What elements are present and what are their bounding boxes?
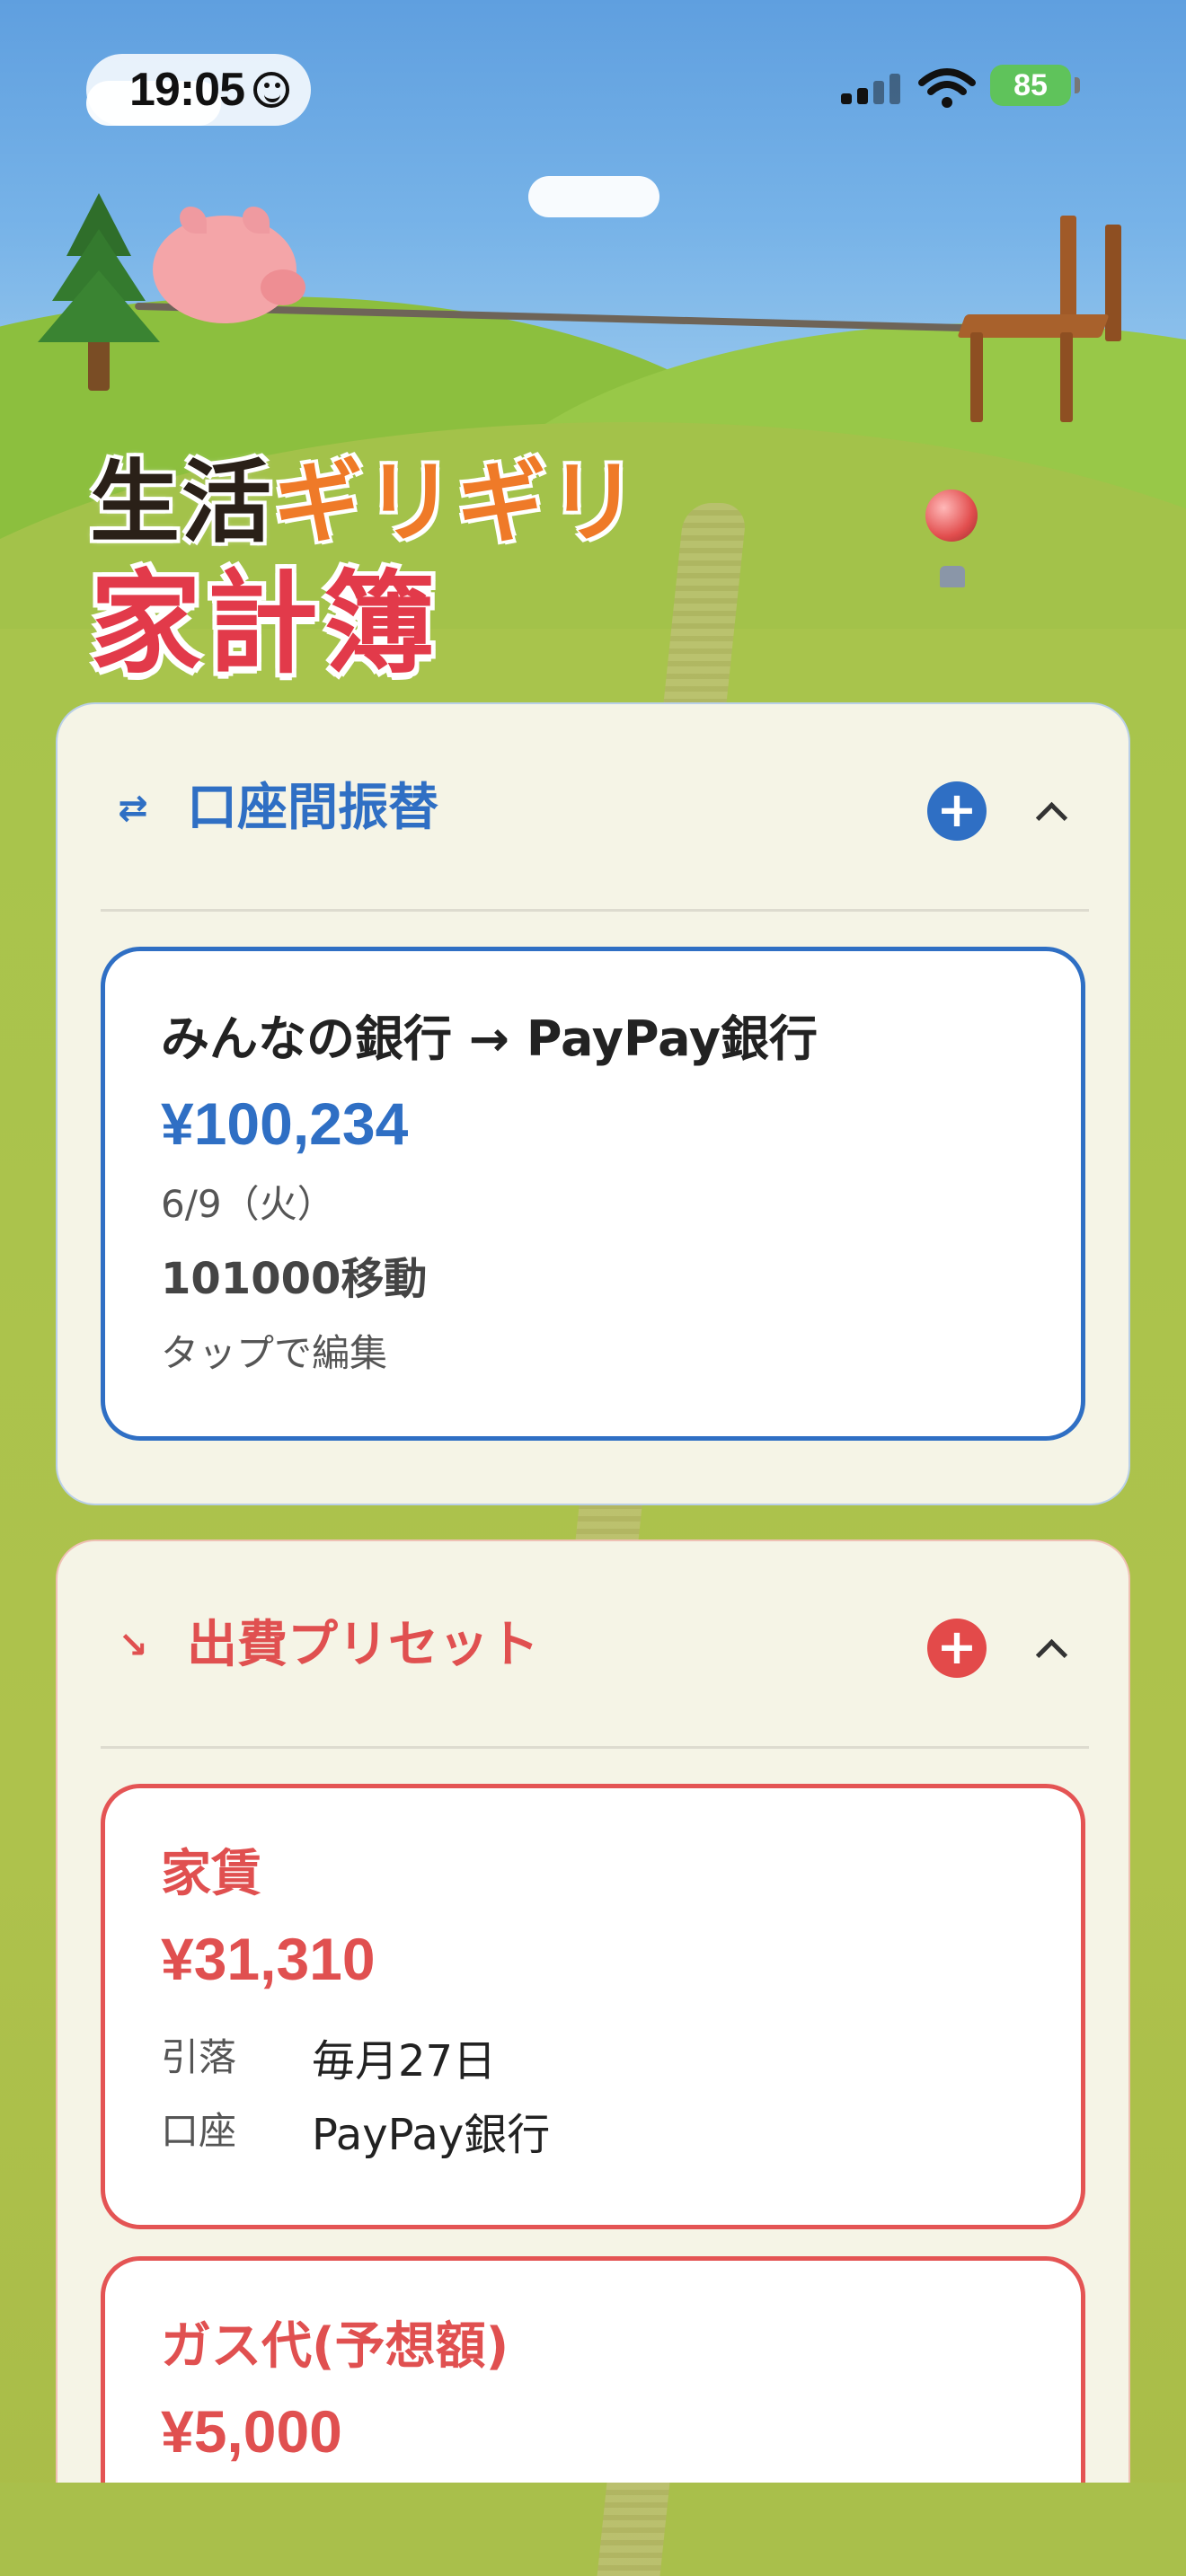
expense-amount: ¥5,000 [161, 2398, 342, 2465]
transfer-section-header[interactable]: ⇄ 口座間振替 + [58, 704, 1128, 911]
transfer-section: ⇄ 口座間振替 + みんなの銀行 → PayPay銀行 ¥100,234 6/9… [56, 702, 1130, 1505]
status-bar: 19:05 85 [0, 0, 1186, 171]
wooden-chair-illustration [952, 216, 1123, 422]
ornament-base [940, 566, 965, 587]
bottom-meadow-strip [0, 2483, 1186, 2576]
wifi-icon [918, 68, 976, 108]
expense-preset-section: ↘ 出費プリセット + 家賃 ¥31,310 引落 毎月27日 口座 PayPa… [56, 1539, 1130, 2576]
cellular-signal-icon [841, 72, 900, 104]
field-label: 引落 [161, 2035, 237, 2079]
logo-text-life: 生活 [89, 449, 273, 557]
expense-amount: ¥31,310 [161, 1926, 376, 1992]
battery-indicator: 85 [990, 65, 1080, 106]
divider [101, 1746, 1089, 1749]
transfer-arrows-icon: ⇄ [118, 788, 148, 829]
app-logo-title: 生活ギリギリ 家計簿 [89, 449, 640, 692]
logo-text-girigiri: ギリギリ [272, 449, 640, 557]
battery-level: 85 [1013, 67, 1048, 102]
transfer-section-title: 口座間振替 [187, 779, 438, 837]
expense-section-title: 出費プリセット [187, 1616, 539, 1674]
transfer-memo: 101000移動 [161, 1254, 428, 1304]
time-pill: 19:05 [86, 54, 311, 126]
trending-down-icon: ↘ [118, 1625, 148, 1666]
field-value: PayPay銀行 [312, 2110, 551, 2160]
transfer-card[interactable]: みんなの銀行 → PayPay銀行 ¥100,234 6/9（火） 101000… [101, 947, 1085, 1441]
expense-name: ガス代(予想額) [161, 2317, 509, 2376]
transfer-amount: ¥100,234 [161, 1090, 409, 1157]
divider [101, 909, 1089, 912]
piggy-bank-illustration [153, 198, 305, 332]
smiley-face-icon [253, 72, 289, 108]
transfer-date: 6/9（火） [161, 1182, 335, 1226]
red-ball-ornament [925, 490, 978, 542]
field-value: 毎月27日 [312, 2036, 497, 2086]
expense-section-header[interactable]: ↘ 出費プリセット + [58, 1541, 1128, 1748]
logo-text-kakeibo: 家計簿 [90, 560, 441, 689]
field-label: 口座 [161, 2109, 237, 2153]
collapse-expense-chevron-up-icon[interactable] [1028, 1628, 1073, 1672]
collapse-transfer-chevron-up-icon[interactable] [1028, 790, 1073, 835]
tap-to-edit-hint: タップで編集 [161, 1331, 388, 1375]
add-transfer-button[interactable]: + [927, 781, 987, 841]
expense-preset-card[interactable]: 家賃 ¥31,310 引落 毎月27日 口座 PayPay銀行 [101, 1784, 1085, 2229]
cloud [528, 176, 659, 217]
add-expense-preset-button[interactable]: + [927, 1619, 987, 1678]
pine-tree-illustration [36, 193, 162, 391]
expense-name: 家賃 [161, 1845, 261, 1903]
transfer-route: みんなの銀行 → PayPay銀行 [161, 1010, 819, 1067]
status-time: 19:05 [129, 64, 245, 116]
